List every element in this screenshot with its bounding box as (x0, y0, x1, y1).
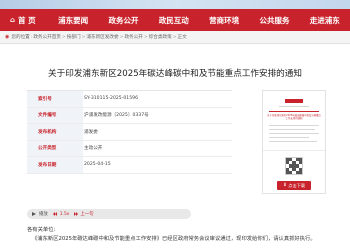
document-body: 各有关单位: 《浦东新区2025年碳达峰碳中和及节能重点工作安排》已经区政府常务… (27, 226, 337, 244)
meta-key-publisher: 发布机构 (27, 124, 83, 140)
nav-item-interaction[interactable]: 政民互动 (149, 9, 199, 31)
play-label[interactable]: 播放 (39, 211, 48, 217)
nav-home[interactable]: ⌂ 首 页 (0, 9, 48, 31)
nav-item-news[interactable]: 浦东要闻 (48, 9, 98, 31)
meta-row: 发布机构 浦发委 (27, 124, 232, 141)
doc-preview-title: 关于印发浦东新区2025年碳达峰碳中和及节能重点工作安排的通知 (267, 114, 321, 120)
meta-value-publisher: 浦发委 (84, 129, 98, 135)
home-icon: ⌂ (10, 16, 16, 24)
body-paragraph: 《浦东新区2025年碳达峰碳中和及节能重点工作安排》已经区政府常务会议审议通过，… (32, 236, 316, 242)
page-title: 关于印发浦东新区2025年碳达峰碳中和及节能重点工作安排的通知 (48, 69, 302, 79)
meta-key-index: 索引号 (27, 91, 83, 107)
body-salutation: 各有关单位: (27, 227, 56, 233)
download-icon: ⬇ (282, 183, 287, 188)
meta-row: 公开类型 主动公开 (27, 140, 232, 157)
breadcrumb-gov-open[interactable]: 政务公开 (124, 34, 142, 40)
meta-key-date: 发布日期 (27, 157, 83, 173)
document-preview-card: 关于印发浦东新区2025年碳达峰碳中和及节能重点工作安排的通知 ⬇ 点击下载 (262, 90, 326, 194)
meta-key-open-type: 公开类型 (27, 140, 83, 156)
breadcrumb-policy[interactable]: 综合类政策 (149, 34, 172, 40)
download-button[interactable]: ⬇ 点击下载 (277, 181, 311, 190)
audio-player: 播放 1.5x 上一句 (27, 209, 191, 219)
play-icon[interactable] (32, 212, 36, 216)
meta-value-open-type: 主动公开 (84, 146, 103, 152)
breadcrumb-by-dept[interactable]: 按部门 (67, 34, 81, 40)
doc-red-rule (269, 111, 319, 112)
nav-item-services[interactable]: 公共服务 (249, 9, 299, 31)
meta-table: 索引号 SY-310115-2025-01596 文件编号 沪浦发改能源〔202… (27, 90, 232, 174)
playback-rate[interactable]: 1.5x (60, 212, 70, 217)
location-icon: ◉ (5, 34, 10, 40)
meta-key-file-no: 文件编号 (27, 107, 83, 123)
rewind-icon[interactable] (52, 212, 58, 216)
meta-value-date: 2025-04-15 (84, 162, 111, 168)
breadcrumb-lead: 您的位置 (11, 35, 30, 40)
doc-header-logo (285, 99, 303, 103)
nav-item-gov-open[interactable]: 政务公开 (98, 9, 148, 31)
qr-code-icon (285, 157, 303, 175)
document-thumbnail[interactable]: 关于印发浦东新区2025年碳达峰碳中和及节能重点工作安排的通知 (263, 91, 325, 151)
meta-row: 发布日期 2025-04-15 (27, 157, 232, 174)
forward-icon[interactable] (74, 212, 79, 216)
nav-home-label: 首 页 (18, 15, 36, 25)
nav-item-business[interactable]: 营商环境 (199, 9, 249, 31)
meta-row: 文件编号 沪浦发改能源〔2025〕0337号 (27, 107, 232, 124)
main-nav: ⌂ 首 页 浦东要闻 政务公开 政民互动 营商环境 公共服务 走进浦东 (0, 9, 350, 31)
breadcrumb-gov-home[interactable]: 政务公开首页 (33, 34, 61, 40)
meta-row: 索引号 SY-310115-2025-01596 (27, 91, 232, 108)
nav-item-about[interactable]: 走进浦东 (300, 9, 350, 31)
breadcrumb-dept[interactable]: 浦东新区发改委 (86, 34, 118, 40)
breadcrumb-current: 正文 (177, 35, 187, 40)
meta-value-index: SY-310115-2025-01596 (84, 96, 138, 102)
meta-value-file-no: 沪浦发改能源〔2025〕0337号 (84, 113, 149, 119)
breadcrumb: ◉ 您的位置: 政务公开首页 > 按部门 > 浦东新区发改委 > 政务公开 > 综合类政… (0, 31, 350, 44)
previous-sentence-button[interactable]: 上一句 (80, 211, 93, 217)
top-banner (0, 0, 350, 9)
download-label: 点击下载 (288, 182, 306, 188)
